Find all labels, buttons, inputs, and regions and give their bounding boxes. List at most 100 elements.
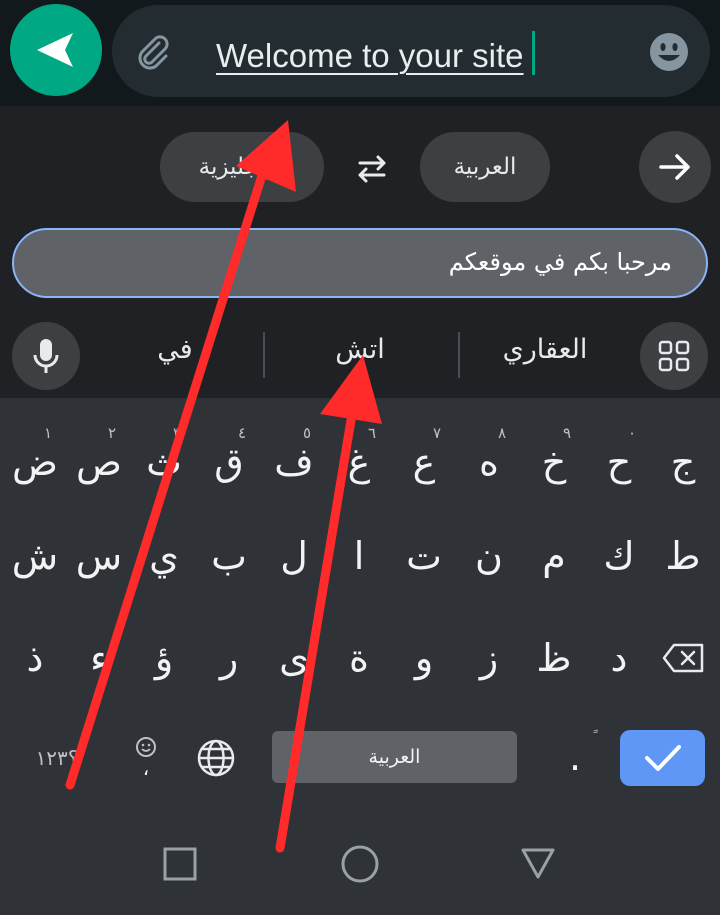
send-icon <box>37 33 73 67</box>
backspace-key[interactable] <box>652 618 714 698</box>
key[interactable]: ت <box>393 516 455 596</box>
key-hint: ٤ <box>237 424 246 442</box>
message-text: Welcome to your site <box>216 37 524 74</box>
apps-grid-button[interactable] <box>640 322 708 390</box>
target-language-label: العربية <box>453 154 517 180</box>
target-language-button[interactable]: العربية <box>420 132 550 202</box>
circle-home-icon[interactable] <box>338 842 382 886</box>
send-button[interactable] <box>10 4 102 96</box>
suggestion-divider <box>263 332 265 378</box>
message-input[interactable]: Welcome to your site <box>112 5 710 97</box>
key[interactable]: ر <box>198 618 260 698</box>
swap-arrows-icon[interactable] <box>352 149 392 189</box>
key-hint: ٩ <box>562 424 571 442</box>
source-language-label: الإنجليزية <box>198 154 286 180</box>
key[interactable]: ٣ث <box>133 422 195 502</box>
key-row-1: ج ٠ح ٩خ ٨ه ٧ع ٦غ ٥ف ٤ق ٣ث ٢ص ١ض <box>0 422 720 502</box>
key[interactable]: ٦غ <box>328 422 390 502</box>
translated-text: مرحبا بكم في موقعكم <box>448 248 672 276</box>
key[interactable]: ٠ح <box>588 422 650 502</box>
key[interactable]: ك <box>588 516 650 596</box>
translation-output-field[interactable]: مرحبا بكم في موقعكم <box>12 228 708 298</box>
suggestion-item[interactable]: اتش <box>300 334 420 365</box>
keyboard: ج ٠ح ٩خ ٨ه ٧ع ٦غ ٥ف ٤ق ٣ث ٢ص ١ض ط ك م ن … <box>0 398 720 915</box>
key[interactable]: ٨ه <box>458 422 520 502</box>
key[interactable]: ز <box>458 618 520 698</box>
key[interactable]: ج <box>652 422 714 502</box>
key[interactable]: ؤ <box>133 618 195 698</box>
key-char: ص <box>76 440 122 484</box>
key-hint: ٥ <box>302 424 311 442</box>
key[interactable]: ء <box>68 618 130 698</box>
comma-char: ، <box>142 756 150 780</box>
globe-icon <box>197 739 235 777</box>
key[interactable]: ذ <box>4 618 66 698</box>
key[interactable]: ل <box>263 516 325 596</box>
key-char: ع <box>412 440 436 484</box>
key-hint: ٠ <box>627 424 636 442</box>
key[interactable]: م <box>523 516 585 596</box>
key[interactable]: س <box>68 516 130 596</box>
voice-input-button[interactable] <box>12 322 80 390</box>
key[interactable]: ى <box>263 618 325 698</box>
key-hint: ٨ <box>497 424 506 442</box>
key-char: خ <box>541 440 567 484</box>
key[interactable]: ط <box>652 516 714 596</box>
key-char: ق <box>214 440 244 484</box>
backspace-icon <box>662 643 704 673</box>
key[interactable]: ظ <box>523 618 585 698</box>
key[interactable]: ٧ع <box>393 422 455 502</box>
key[interactable]: د <box>588 618 650 698</box>
emoji-key[interactable]: ، <box>116 724 176 790</box>
key[interactable]: ٩خ <box>523 422 585 502</box>
text-cursor <box>531 31 535 75</box>
symbols-key[interactable]: ؟١٢٣ <box>22 728 92 788</box>
key[interactable]: و <box>393 618 455 698</box>
key-char: ض <box>12 440 58 484</box>
key[interactable]: ٢ص <box>68 422 130 502</box>
key[interactable]: ش <box>4 516 66 596</box>
emoji-icon <box>136 737 156 757</box>
key-hint: ٣ <box>172 424 181 442</box>
key-hint: ١ <box>43 424 52 442</box>
arrow-right-icon <box>659 154 690 180</box>
key[interactable]: ة <box>328 618 390 698</box>
next-button[interactable] <box>639 131 711 203</box>
key[interactable]: ١ض <box>4 422 66 502</box>
square-recents-icon[interactable] <box>160 844 200 884</box>
key[interactable]: ي <box>133 516 195 596</box>
key-row-2: ط ك م ن ت ا ل ب ي س ش <box>0 516 720 596</box>
source-language-button[interactable]: الإنجليزية <box>160 132 324 202</box>
triangle-back-icon[interactable] <box>518 844 558 884</box>
space-bar[interactable]: العربية <box>272 731 517 783</box>
checkmark-icon <box>644 745 681 771</box>
key-char: ث <box>146 440 182 484</box>
space-bar-label: العربية <box>368 746 421 768</box>
suggestion-item[interactable]: العقاري <box>480 334 610 365</box>
key[interactable]: ٥ف <box>263 422 325 502</box>
key[interactable]: ا <box>328 516 390 596</box>
key-hint: ٧ <box>432 424 441 442</box>
key-hint: ٢ <box>107 424 116 442</box>
key[interactable]: ٤ق <box>198 422 260 502</box>
key-row-3: د ظ ز و ة ى ر ؤ ء ذ <box>0 618 720 698</box>
key[interactable]: ن <box>458 516 520 596</box>
language-switch-key[interactable] <box>186 728 246 788</box>
suggestion-item[interactable]: في <box>120 334 230 365</box>
suggestion-divider <box>458 332 460 378</box>
enter-key[interactable] <box>620 730 705 786</box>
key-char: ح <box>606 440 632 484</box>
paperclip-icon[interactable] <box>132 31 172 71</box>
chat-input-bar: Welcome to your site <box>0 0 720 106</box>
translate-panel: الإنجليزية العربية مرحبا بكم في موقعكم ف… <box>0 106 720 398</box>
key-char: غ <box>347 440 371 484</box>
key-char: . <box>568 735 582 779</box>
key-char: ج <box>670 440 696 484</box>
period-key[interactable]: ً . <box>544 724 606 790</box>
apps-grid-icon <box>658 340 690 372</box>
key-char: ف <box>274 440 314 484</box>
key[interactable]: ب <box>198 516 260 596</box>
emoji-icon[interactable] <box>648 31 690 73</box>
key-hint: ٦ <box>367 424 376 442</box>
system-navigation-bar <box>0 826 720 915</box>
